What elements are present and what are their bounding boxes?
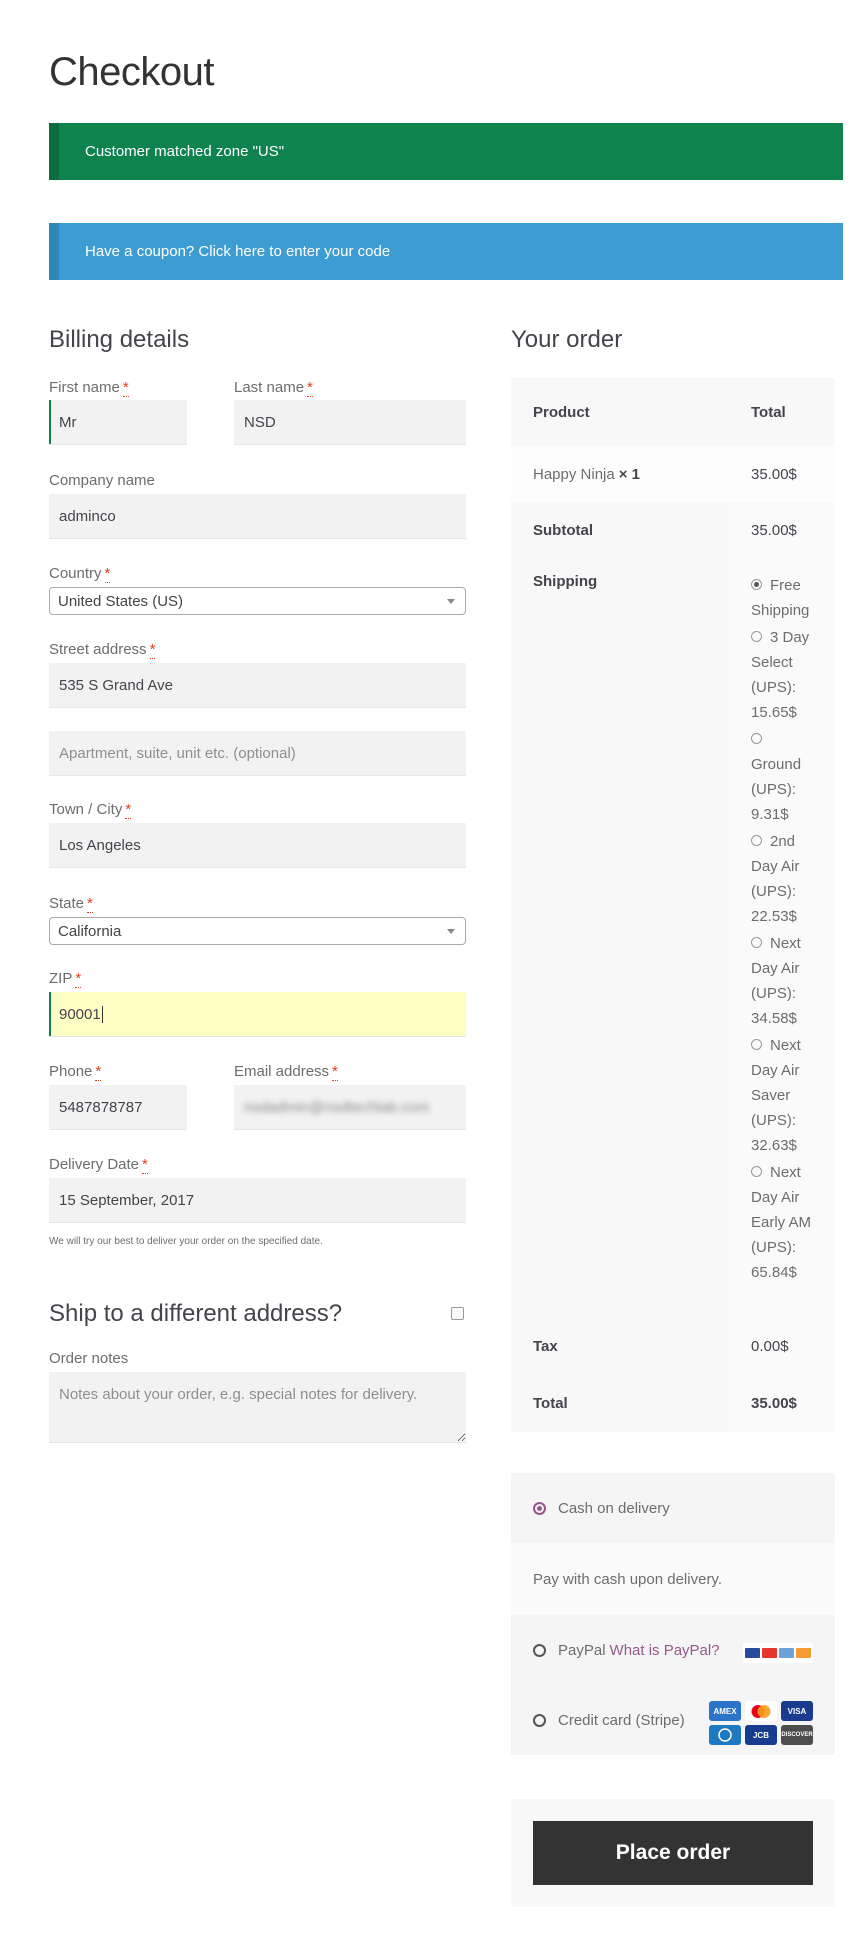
radio-icon[interactable] (533, 1713, 546, 1727)
chevron-down-icon (447, 929, 455, 934)
subtotal-value: 35.00$ (729, 502, 835, 559)
cod-description: Pay with cash upon delivery. (511, 1543, 835, 1615)
shipping-option-next-day-air[interactable]: Next Day Air (UPS): 34.58$ (751, 931, 813, 1031)
order-heading: Your order (511, 326, 623, 353)
paypal-label[interactable]: PayPal (558, 1642, 606, 1659)
shipping-option-next-day-air-early-am[interactable]: Next Day Air Early AM (UPS): 65.84$ (751, 1160, 813, 1285)
ship-different-heading: Ship to a different address? (49, 1300, 343, 1327)
diners-icon (709, 1725, 741, 1745)
shipping-label: Shipping (511, 559, 729, 1318)
card-brand-icons: AMEX VISA JCB DISCOVER (709, 1701, 813, 1745)
cod-label[interactable]: Cash on delivery (558, 1500, 670, 1517)
apartment-input[interactable]: Apartment, suite, unit etc. (optional) (49, 731, 466, 776)
payment-stripe[interactable]: Credit card (Stripe) AMEX VISA JCB DISCO… (511, 1685, 835, 1755)
shipping-options: Free Shipping 3 Day Select (UPS): 15.65$ Gro… (729, 559, 835, 1318)
phone-label: Phone * (49, 1063, 102, 1081)
total-row: Total 35.00$ (511, 1375, 835, 1432)
shipping-option-free[interactable]: Free Shipping (751, 573, 813, 623)
delivery-date-label: Delivery Date * (49, 1156, 148, 1174)
last-name-input[interactable]: NSD (234, 400, 466, 445)
phone-input[interactable]: 5487878787 (49, 1085, 187, 1130)
payment-cod[interactable]: Cash on delivery (511, 1473, 835, 1543)
total-label: Total (511, 1375, 729, 1432)
amex-icon: AMEX (709, 1701, 741, 1721)
subtotal-label: Subtotal (511, 502, 729, 559)
total-value: 35.00$ (729, 1375, 835, 1432)
radio-icon[interactable] (751, 835, 762, 846)
ship-different-checkbox[interactable] (451, 1307, 464, 1320)
what-is-paypal-link[interactable]: What is PayPal? (610, 1642, 720, 1659)
radio-selected-icon[interactable] (751, 579, 762, 590)
jcb-icon: JCB (745, 1725, 777, 1745)
email-label: Email address * (234, 1063, 338, 1081)
zip-label: ZIP * (49, 970, 82, 988)
paypal-cards-icon (743, 1643, 813, 1663)
country-select[interactable]: United States (US) (49, 587, 466, 615)
payment-paypal[interactable]: PayPal What is PayPal? (511, 1615, 835, 1685)
coupon-link[interactable]: Have a coupon? Click here to enter your … (85, 243, 390, 260)
order-table-header: Product Total (511, 378, 835, 446)
company-input[interactable]: adminco (49, 494, 466, 539)
radio-icon[interactable] (751, 937, 762, 948)
city-label: Town / City * (49, 801, 132, 819)
col-total: Total (751, 403, 786, 421)
discover-icon: DISCOVER (781, 1725, 813, 1745)
payment-methods: Cash on delivery Pay with cash upon deli… (511, 1473, 835, 1755)
place-order-button[interactable]: Place order (533, 1821, 813, 1885)
mastercard-icon (745, 1701, 777, 1721)
email-input[interactable]: nsdadmin@nsdtechlab.com (234, 1085, 466, 1130)
shipping-option-next-day-air-saver[interactable]: Next Day Air Saver (UPS): 32.63$ (751, 1033, 813, 1158)
coupon-notice[interactable]: Have a coupon? Click here to enter your … (49, 223, 843, 280)
item-qty: × 1 (618, 465, 640, 483)
order-table: Product Total Happy Ninja × 1 35.00$ Subt… (511, 378, 835, 1432)
item-cell: Happy Ninja × 1 (511, 466, 729, 483)
shipping-option-2nd-day-air[interactable]: 2nd Day Air (UPS): 22.53$ (751, 829, 813, 929)
text-caret (101, 1005, 103, 1023)
first-name-label: First name * (49, 379, 129, 397)
subtotal-row: Subtotal 35.00$ (511, 502, 835, 559)
first-name-input[interactable]: Mr (49, 400, 187, 445)
shipping-option-3-day-select[interactable]: 3 Day Select (UPS): 15.65$ (751, 625, 813, 725)
page-title: Checkout (49, 50, 214, 94)
order-notes-label: Order notes (49, 1350, 129, 1367)
tax-row: Tax 0.00$ (511, 1318, 835, 1375)
radio-icon[interactable] (751, 1166, 762, 1177)
state-label: State * (49, 895, 93, 913)
zip-input[interactable]: 90001 (49, 992, 466, 1037)
billing-heading: Billing details (49, 326, 190, 353)
state-select[interactable]: California (49, 917, 466, 945)
table-row: Happy Ninja × 1 35.00$ (511, 446, 835, 502)
city-input[interactable]: Los Angeles (49, 823, 466, 868)
last-name-label: Last name * (234, 379, 313, 397)
stripe-label[interactable]: Credit card (Stripe) (558, 1712, 685, 1729)
chevron-down-icon (447, 599, 455, 604)
zone-notice-text: Customer matched zone "US" (85, 143, 285, 160)
order-notes-input[interactable] (49, 1372, 466, 1443)
radio-icon[interactable] (751, 1039, 762, 1050)
item-total: 35.00$ (751, 465, 797, 483)
delivery-date-input[interactable]: 15 September, 2017 (49, 1178, 466, 1223)
radio-icon[interactable] (533, 1643, 546, 1657)
radio-selected-icon[interactable] (533, 1501, 546, 1515)
zone-notice: Customer matched zone "US" (49, 123, 843, 180)
tax-label: Tax (511, 1318, 729, 1375)
item-name: Happy Ninja (533, 465, 615, 483)
place-order-container: Place order (511, 1799, 835, 1907)
company-label: Company name (49, 472, 155, 489)
col-product: Product (533, 403, 590, 421)
shipping-option-ground[interactable]: Ground (UPS): 9.31$ (751, 727, 813, 827)
radio-icon[interactable] (751, 631, 762, 642)
country-label: Country * (49, 565, 111, 583)
shipping-row: Shipping Free Shipping 3 Day Select (UPS): 1… (511, 559, 835, 1318)
radio-icon[interactable] (751, 733, 762, 744)
street-label: Street address * (49, 641, 156, 659)
visa-icon: VISA (781, 1701, 813, 1721)
street-input[interactable]: 535 S Grand Ave (49, 663, 466, 708)
tax-value: 0.00$ (729, 1318, 835, 1375)
delivery-date-hint: We will try our best to deliver your ord… (49, 1236, 323, 1247)
